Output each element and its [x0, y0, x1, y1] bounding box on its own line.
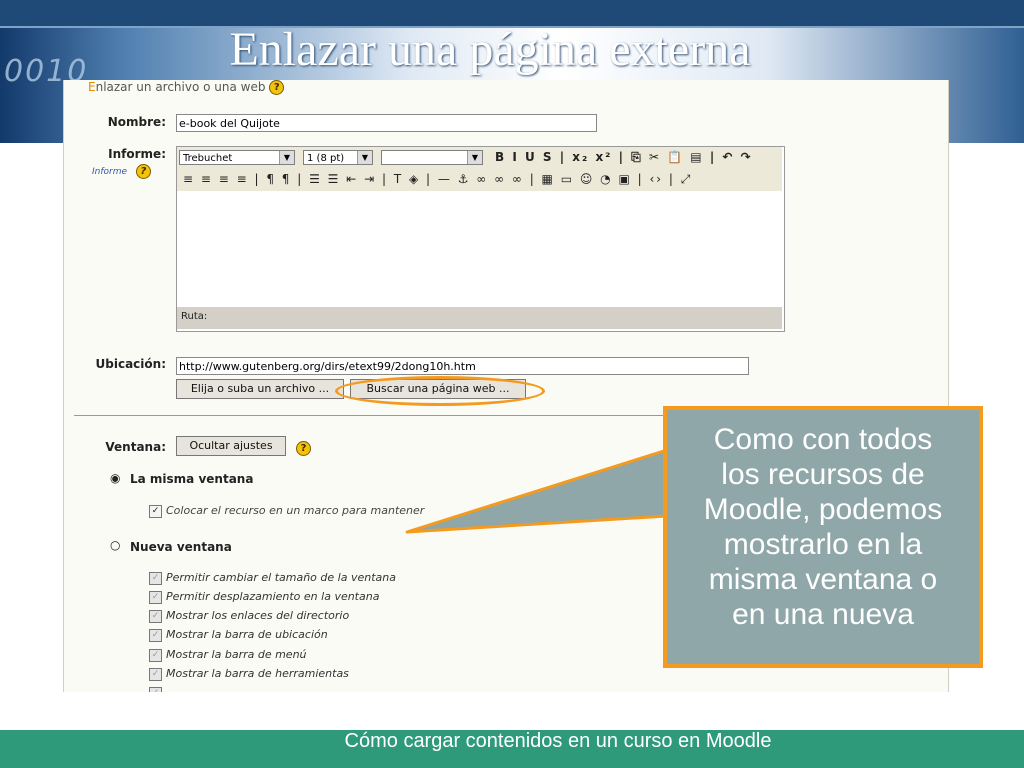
- font-select[interactable]: Trebuchet ▼: [179, 150, 295, 165]
- paragraph-buttons[interactable]: ≡ ≡ ≡ ≡ | ¶ ¶ | ☰ ☰ ⇤ ⇥ | T ◈ | — ⚓ ∞ ∞ …: [183, 172, 692, 187]
- footer-text: Cómo cargar contenidos en un curso en Mo…: [344, 730, 772, 752]
- section-heading: Enlazar un archivo o una web ?: [88, 80, 285, 95]
- option-menu-bar[interactable]: ✓ Mostrar la barra de menú: [149, 648, 307, 662]
- callout-line: en una nueva: [732, 598, 914, 631]
- check-icon: ✓: [149, 571, 162, 585]
- nombre-input[interactable]: e-book del Quijote: [176, 114, 597, 132]
- option-status-bar[interactable]: ✓: [149, 686, 166, 692]
- informe-help-link[interactable]: Informe ?: [92, 164, 151, 179]
- ubicacion-label: Ubicación:: [95, 357, 166, 371]
- callout-box: Como con todos los recursos de Moodle, p…: [663, 406, 983, 668]
- option-location-bar[interactable]: ✓ Mostrar la barra de ubicación: [149, 628, 328, 642]
- radio-new-window-label: Nueva ventana: [130, 540, 232, 554]
- chevron-down-icon: ▼: [357, 151, 372, 164]
- option-scroll[interactable]: ✓ Permitir desplazamiento en la ventana: [149, 590, 379, 604]
- callout-line: Moodle, podemos: [703, 493, 943, 526]
- radio-same-window-label: La misma ventana: [130, 472, 254, 486]
- help-icon[interactable]: ?: [269, 80, 285, 95]
- callout-line: los recursos de: [721, 458, 925, 491]
- checkbox-frame[interactable]: ✓ Colocar el recurso en un marco para man…: [149, 504, 424, 518]
- option-directories[interactable]: ✓ Mostrar los enlaces del directorio: [149, 609, 349, 623]
- radio-same-window[interactable]: ◉: [110, 471, 120, 485]
- check-icon: ✓: [149, 648, 162, 662]
- help-icon[interactable]: ?: [135, 164, 151, 179]
- choose-file-button[interactable]: Elija o suba un archivo ...: [176, 379, 344, 399]
- highlight-ellipse: [335, 376, 545, 406]
- option-toolbar[interactable]: ✓ Mostrar la barra de herramientas: [149, 667, 349, 681]
- editor-path-bar: Ruta:: [177, 307, 782, 329]
- chevron-down-icon: ▼: [467, 151, 482, 164]
- help-icon[interactable]: ?: [296, 441, 311, 456]
- check-icon: ✓: [149, 667, 162, 681]
- slide-title: Enlazar una página externa: [229, 23, 751, 76]
- nombre-label: Nombre:: [107, 115, 166, 129]
- editor-toolbar-bottom: ≡ ≡ ≡ ≡ | ¶ ¶ | ☰ ☰ ⇤ ⇥ | T ◈ | — ⚓ ∞ ∞ …: [177, 169, 782, 192]
- check-icon: ✓: [149, 590, 162, 604]
- callout-line: misma ventana o: [708, 563, 938, 596]
- slide-footer: Cómo cargar contenidos en un curso en Mo…: [0, 730, 1024, 768]
- size-select[interactable]: 1 (8 pt) ▼: [303, 150, 373, 165]
- informe-label: Informe:: [108, 147, 166, 161]
- option-resize[interactable]: ✓ Permitir cambiar el tamaño de la ventan…: [149, 571, 396, 585]
- chevron-down-icon: ▼: [279, 151, 294, 164]
- callout-line: mostrarlo en la: [723, 528, 923, 561]
- ventana-label: Ventana:: [105, 440, 166, 454]
- editor-text-area[interactable]: [177, 191, 782, 305]
- check-icon: ✓: [149, 504, 162, 518]
- callout-line: Como con todos: [713, 423, 933, 456]
- editor-toolbar-top: Trebuchet ▼ 1 (8 pt) ▼ ▼ B I U S | x₂ x² |…: [177, 147, 782, 170]
- style-select[interactable]: ▼: [381, 150, 483, 165]
- check-icon: ✓: [149, 609, 162, 623]
- hide-settings-button[interactable]: Ocultar ajustes: [176, 436, 286, 456]
- ubicacion-input[interactable]: http://www.gutenberg.org/dirs/etext99/2d…: [176, 357, 749, 375]
- check-icon: ✓: [149, 686, 162, 692]
- radio-new-window[interactable]: ○: [110, 538, 120, 552]
- formatting-buttons[interactable]: B I U S | x₂ x² | ⎘ ✂ 📋 ▤ | ↶ ↷: [495, 150, 753, 165]
- check-icon: ✓: [149, 628, 162, 642]
- html-editor[interactable]: Trebuchet ▼ 1 (8 pt) ▼ ▼ B I U S | x₂ x² |…: [176, 146, 785, 332]
